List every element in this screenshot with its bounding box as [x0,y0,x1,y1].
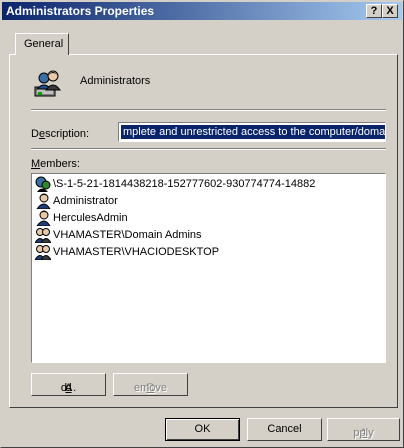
apply-button[interactable]: Apply [327,418,400,441]
member-name: \S-1-5-21-1814438218-152777602-930774774… [53,178,316,190]
member-name: HerculesAdmin [53,212,128,224]
member-name: VHAMASTER\Domain Admins [53,229,202,241]
cancel-button[interactable]: Cancel [247,418,322,441]
user-icon [35,193,51,210]
members-list[interactable]: \S-1-5-21-1814438218-152777602-930774774… [31,173,386,363]
separator-top [31,109,386,111]
member-name: Administrator [53,195,118,207]
group-name: Administrators [80,75,151,87]
unknown-account-icon [35,176,51,192]
group-icon [32,67,64,99]
title-bar[interactable]: Administrators Properties ? X [2,2,402,20]
group-icon [34,227,52,244]
ok-button[interactable]: OK [165,418,240,441]
help-button[interactable]: ? [366,4,382,18]
description-label: Description: [31,128,90,140]
remove-button[interactable]: Remove [113,373,188,396]
add-button[interactable]: Ad d... [31,373,106,396]
ok-button-label: OK [194,423,211,435]
description-value: mplete and unrestricted access to the co… [121,125,385,139]
member-name: VHAMASTER\VHACIODESKTOP [53,246,220,258]
cancel-button-label: Cancel [267,423,302,435]
user-icon [35,210,51,227]
separator-middle [31,148,386,150]
tab-general-label: General [24,38,64,50]
description-field[interactable]: mplete and unrestricted access to the co… [118,122,386,142]
tab-general[interactable]: General [15,33,69,55]
close-button[interactable]: X [382,4,398,18]
properties-dialog: Administrators Properties ? X General Ad… [0,0,404,448]
group-icon [34,244,52,261]
window-title: Administrators Properties [6,4,155,18]
members-label: Members: [31,158,80,170]
